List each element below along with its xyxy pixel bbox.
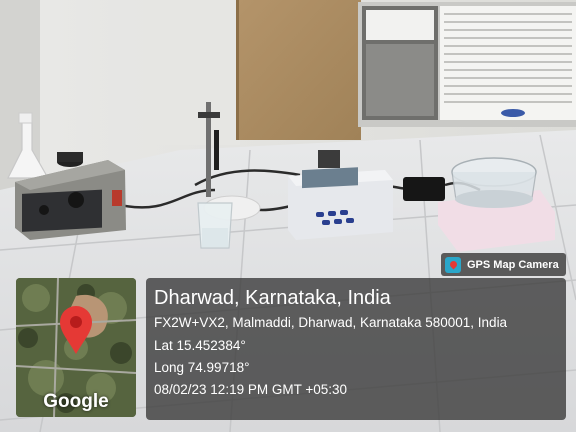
map-thumbnail: Google <box>16 278 136 417</box>
google-logo: Google <box>43 391 109 412</box>
map-pin-icon <box>60 306 92 354</box>
gps-map-camera-icon <box>445 256 461 273</box>
badge-label: GPS Map Camera <box>467 258 559 271</box>
gps-map-camera-badge: GPS Map Camera <box>441 253 566 276</box>
location-info-panel: Dharwad, Karnataka, India FX2W+VX2, Malm… <box>146 278 566 420</box>
latitude-line: Lat 15.452384° <box>154 338 246 353</box>
datetime-line: 08/02/23 12:19 PM GMT +05:30 <box>154 382 348 397</box>
city-line: Dharwad, Karnataka, India <box>154 287 391 309</box>
longitude-line: Long 74.99718° <box>154 360 250 375</box>
photo-frame: GPS Map Camera Google Dharwad, Karnataka… <box>0 0 576 432</box>
address-line: FX2W+VX2, Malmaddi, Dharwad, Karnataka 5… <box>154 315 508 330</box>
